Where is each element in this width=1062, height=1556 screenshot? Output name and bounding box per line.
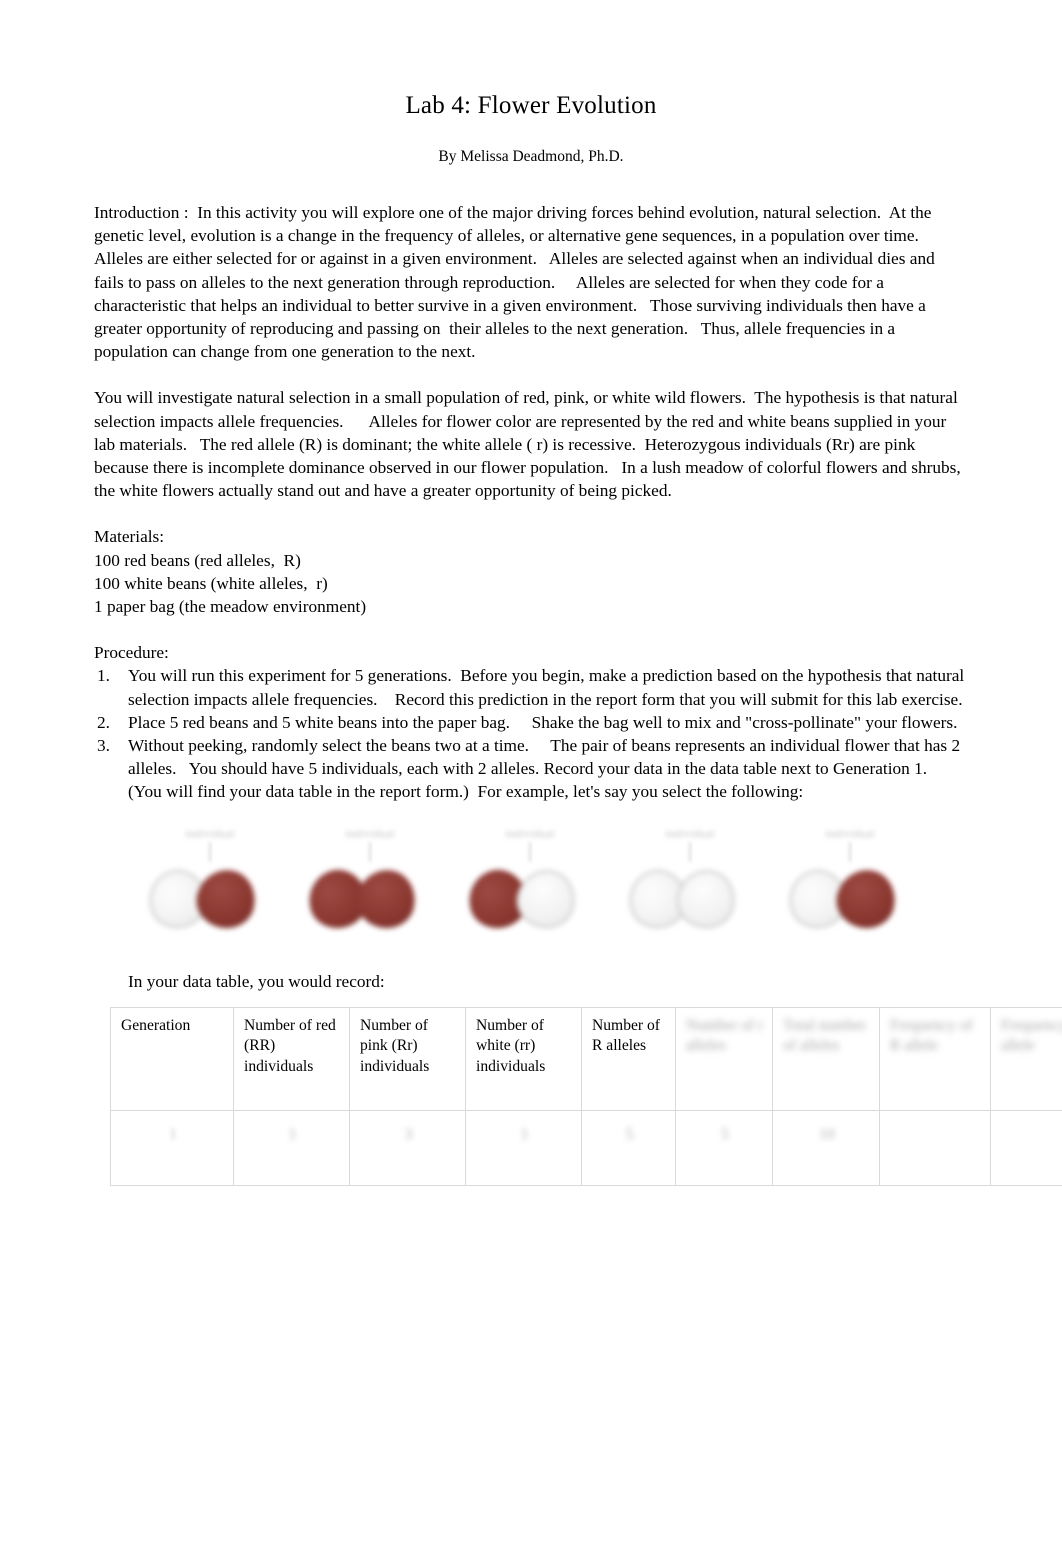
generation-data-table: Generation Number of red (RR) individual… bbox=[110, 1006, 1062, 1186]
cell-white-individuals: 1 bbox=[465, 1109, 582, 1186]
bean-group-4-label: individual bbox=[665, 827, 715, 840]
document-content: Lab 4: Flower Evolution By Melissa Deadm… bbox=[94, 0, 1062, 1186]
table-header-r-alleles: Number of R alleles bbox=[581, 1006, 676, 1111]
author-byline: By Melissa Deadmond, Ph.D. bbox=[438, 148, 624, 165]
procedure-list: 1. You will run this experiment for 5 gen… bbox=[94, 664, 968, 803]
bean-group-1-label: individual bbox=[185, 827, 235, 840]
table-header-row: Generation Number of red (RR) individual… bbox=[110, 1006, 1062, 1111]
cell-pink-individuals: 3 bbox=[349, 1109, 466, 1186]
bean-group-2-stem bbox=[369, 841, 371, 862]
bean-white-icon bbox=[511, 864, 581, 934]
cell-generation: 1 bbox=[110, 1109, 234, 1186]
cell-red-individuals: 1 bbox=[233, 1109, 350, 1186]
bean-pairs-figure: individual individual individual individ… bbox=[130, 826, 930, 954]
table-header-pink-individuals: Number of pink (Rr) individuals bbox=[349, 1006, 466, 1111]
procedure-step-2: 2. Place 5 red beans and 5 white beans in… bbox=[94, 711, 968, 734]
bean-group-5-pair bbox=[782, 862, 915, 936]
materials-item-paper-bag: 1 paper bag (the meadow environment) bbox=[94, 597, 367, 617]
hypothesis-paragraph: You will investigate natural selection i… bbox=[94, 388, 966, 501]
cell-lowercase-r-alleles: 5 bbox=[675, 1109, 773, 1186]
bean-group-3-pair bbox=[462, 862, 595, 936]
bean-red-icon bbox=[351, 864, 421, 934]
introduction-paragraph: Introduction : In this activity you will… bbox=[94, 203, 940, 362]
bean-group-4-stem bbox=[689, 841, 691, 862]
table-header-total-alleles: Total number of alleles bbox=[772, 1006, 880, 1111]
procedure-step-2-number: 2. bbox=[97, 712, 110, 732]
procedure-heading: Procedure: bbox=[94, 643, 169, 663]
table-caption: In your data table, you would record: bbox=[128, 971, 385, 991]
bean-group-1-stem bbox=[209, 841, 211, 862]
table-header-generation: Generation bbox=[110, 1006, 234, 1111]
procedure-step-1-number: 1. bbox=[97, 666, 110, 686]
document-page: Lab 4: Flower Evolution By Melissa Deadm… bbox=[0, 0, 1062, 1556]
bean-group-5-stem bbox=[849, 841, 851, 862]
materials-section: Materials: 100 red beans (red alleles, R… bbox=[94, 502, 968, 618]
bean-group-1: individual bbox=[130, 826, 290, 954]
page-title: Lab 4: Flower Evolution bbox=[405, 92, 657, 119]
table-row: 1 1 3 1 5 5 10 bbox=[110, 1109, 1062, 1186]
cell-frequency-r-dominant bbox=[879, 1109, 991, 1186]
materials-heading: Materials: bbox=[94, 527, 165, 547]
cell-total-alleles: 10 bbox=[772, 1109, 880, 1186]
bean-group-5: individual bbox=[770, 826, 930, 954]
cell-frequency-r-recessive bbox=[990, 1109, 1062, 1186]
procedure-step-3-number: 3. bbox=[97, 736, 110, 756]
procedure-step-2-text: Place 5 red beans and 5 white beans into… bbox=[128, 712, 958, 732]
procedure-step-1: 1. You will run this experiment for 5 gen… bbox=[94, 664, 968, 710]
table-header-white-individuals: Number of white (rr) individuals bbox=[465, 1006, 582, 1111]
procedure-step-1-text: You will run this experiment for 5 gener… bbox=[128, 666, 969, 709]
table-header-frequency-r-recessive: Frequency of r allele bbox=[990, 1006, 1062, 1111]
materials-item-red-beans: 100 red beans (red alleles, R) bbox=[94, 550, 301, 570]
materials-item-white-beans: 100 white beans (white alleles, r) bbox=[94, 573, 328, 593]
bean-group-5-label: individual bbox=[825, 827, 875, 840]
cell-r-alleles: 5 bbox=[581, 1109, 676, 1186]
bean-group-3-label: individual bbox=[505, 827, 555, 840]
bean-red-icon bbox=[191, 864, 261, 934]
table-header-red-individuals: Number of red (RR) individuals bbox=[233, 1006, 350, 1111]
bean-group-3: individual bbox=[450, 826, 610, 954]
table-header-frequency-r-dominant: Frequency of R allele bbox=[879, 1006, 991, 1111]
bean-group-4-pair bbox=[622, 862, 755, 936]
bean-group-4: individual bbox=[610, 826, 770, 954]
bean-group-2: individual bbox=[290, 826, 450, 954]
bean-group-3-stem bbox=[529, 841, 531, 862]
table-header-lowercase-r-alleles: Number of r alleles bbox=[675, 1006, 773, 1111]
procedure-step-3-text: Without peeking, randomly select the bea… bbox=[128, 736, 965, 802]
bean-group-2-label: individual bbox=[345, 827, 395, 840]
bean-group-2-pair bbox=[302, 862, 435, 936]
bean-red-icon bbox=[831, 864, 901, 934]
data-table-container: Generation Number of red (RR) individual… bbox=[110, 1006, 1062, 1186]
bean-group-1-pair bbox=[142, 862, 275, 936]
procedure-step-3: 3. Without peeking, randomly select the b… bbox=[94, 734, 968, 804]
bean-white-icon bbox=[671, 864, 741, 934]
